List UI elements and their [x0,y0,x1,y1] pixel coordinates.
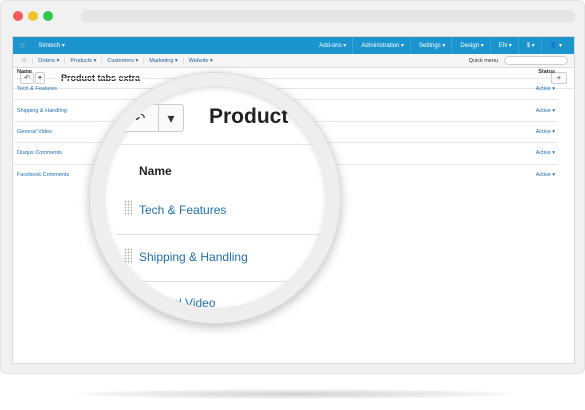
top-nav: 🛒 Simtech ▾ Add-ons ▾ Administration ▾ S… [13,37,574,54]
zoom-column-name: Name [139,164,172,178]
drag-handle-icon [124,293,132,308]
quick-menu[interactable]: Quick menu [464,58,504,64]
status-dropdown[interactable]: Active ▾ [536,129,555,135]
language-menu[interactable]: EN ▾ [499,42,512,49]
zoom-buttons: ↶ ▾ [120,104,184,132]
menu-design[interactable]: Design ▾ [460,42,483,49]
close-dot[interactable] [13,11,23,21]
zoom-row-label: General Video [139,296,216,308]
back-arrow-icon: ↶ [133,109,146,126]
brand-menu[interactable]: Simtech ▾ [38,42,64,49]
zoom-row-label: Shipping & Handling [139,250,248,264]
tab-link[interactable]: Disqus Comments [17,150,62,156]
nav-products[interactable]: Products ▾ [64,57,101,64]
user-menu[interactable]: 👤 ▾ [550,42,562,49]
tab-link[interactable]: Shipping & Handling [17,108,67,114]
status-dropdown[interactable]: Active ▾ [536,150,555,156]
tab-link[interactable]: Tech & Features [17,86,57,92]
user-icon: 👤 [549,43,558,49]
zoom-page-title: Product [209,105,289,128]
magnifier-lens: ↶ ▾ Product Name Tech & Features Shippin… [104,86,326,308]
zoom-back-button: ↶ [120,104,158,132]
tab-link[interactable]: General Video [17,129,52,135]
menu-settings[interactable]: Settings ▾ [419,42,445,49]
window-controls [13,11,53,21]
status-dropdown[interactable]: Active ▾ [536,86,555,92]
home-icon[interactable]: ⌂ [17,57,32,64]
nav-marketing[interactable]: Marketing ▾ [143,57,182,64]
zoom-dropdown-button: ▾ [158,104,184,132]
drag-handle-icon [124,200,132,216]
column-name: Name [17,68,32,75]
window-shadow [75,389,515,399]
zoom-row-label: Tech & Features [139,203,227,217]
maximize-dot[interactable] [43,11,53,21]
store-icon: 🛒 [19,43,27,49]
nav-website[interactable]: Website ▾ [182,57,218,64]
nav-orders[interactable]: Orders ▾ [32,57,64,64]
status-dropdown[interactable]: Active ▾ [536,172,555,178]
tab-link[interactable]: Facebook Comments [17,172,69,178]
minimize-dot[interactable] [28,11,38,21]
status-dropdown[interactable]: Active ▾ [536,108,555,114]
table-header: Name Status [14,65,558,78]
search-input[interactable] [504,56,568,65]
address-bar[interactable] [81,10,575,23]
nav-customers[interactable]: Customers ▾ [101,57,143,64]
drag-handle-icon [124,248,132,264]
currency-menu[interactable]: $ ▾ [527,42,535,49]
column-status: Status [538,68,555,75]
menu-administration[interactable]: Administration ▾ [361,42,404,49]
menu-addons[interactable]: Add-ons ▾ [319,42,346,49]
